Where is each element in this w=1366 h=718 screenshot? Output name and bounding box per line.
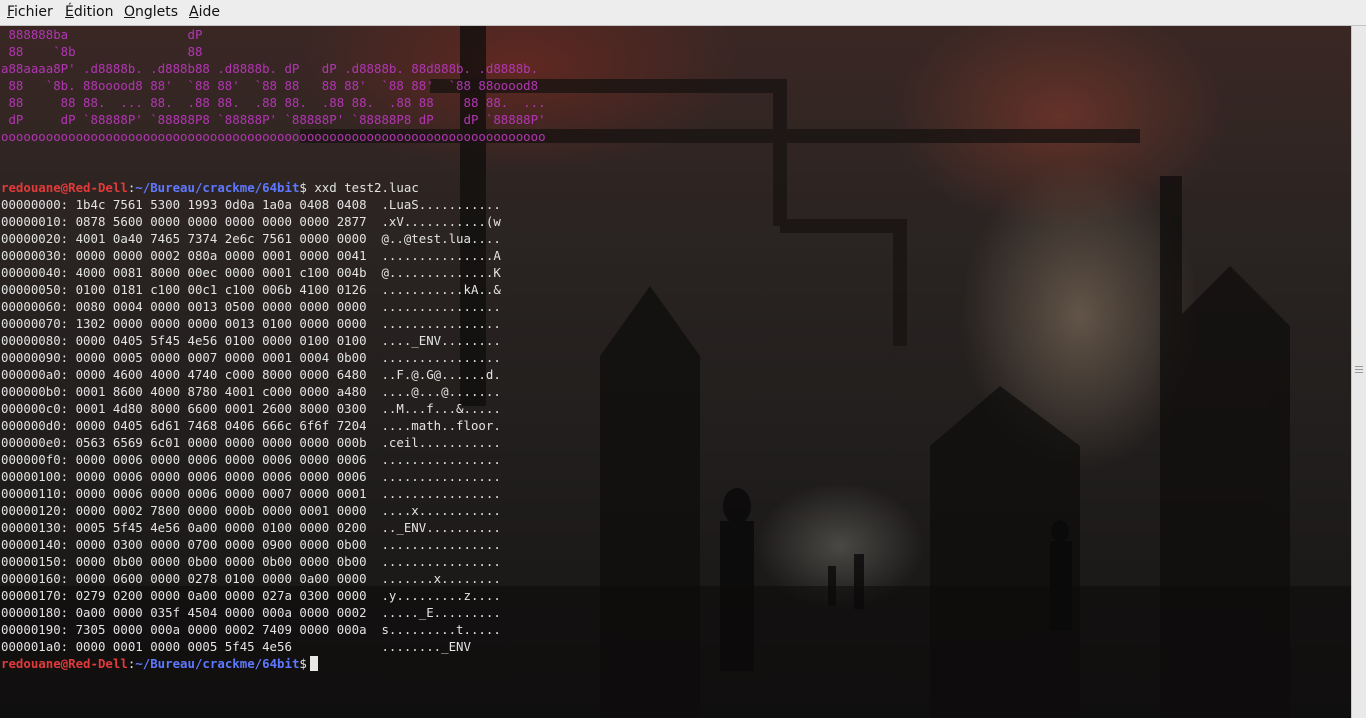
hex-line: 000001a0: 0000 0001 0000 0005 5f45 4e56 …	[1, 639, 471, 654]
ascii-banner: 888888ba dP 88 `8b 88 a88aaaa8P' .d8888b…	[1, 27, 546, 144]
hex-line: 000000a0: 0000 4600 4000 4740 c000 8000 …	[1, 367, 501, 382]
banner-line: dP dP `88888P' `88888P8 `88888P' `88888P…	[1, 112, 546, 127]
hex-line: 00000130: 0005 5f45 4e56 0a00 0000 0100 …	[1, 520, 501, 535]
hex-line: 00000040: 4000 0081 8000 00ec 0000 0001 …	[1, 265, 501, 280]
prompt-path: ~/Bureau/crackme/64bit	[135, 180, 300, 195]
hex-line: 00000160: 0000 0600 0000 0278 0100 0000 …	[1, 571, 501, 586]
hex-line: 00000050: 0100 0181 c100 00c1 c100 006b …	[1, 282, 501, 297]
menu-aide[interactable]: Aide	[189, 4, 220, 20]
menu-edition[interactable]: Édition	[65, 4, 113, 20]
banner-line: 88 `8b. 88ooood8 88' `88 88' `88 88 88 8…	[1, 78, 539, 93]
cursor-block-icon	[309, 656, 318, 671]
hex-line: 00000060: 0080 0004 0000 0013 0500 0000 …	[1, 299, 501, 314]
hex-line: 00000080: 0000 0405 5f45 4e56 0100 0000 …	[1, 333, 501, 348]
prompt-symbol: $	[299, 180, 307, 195]
hex-line: 00000020: 4001 0a40 7465 7374 2e6c 7561 …	[1, 231, 501, 246]
prompt-line: redouane@Red-Dell:~/Bureau/crackme/64bit…	[1, 180, 419, 195]
hex-line: 000000f0: 0000 0006 0000 0006 0000 0006 …	[1, 452, 501, 467]
hex-line: 00000190: 7305 0000 000a 0000 0002 7409 …	[1, 622, 501, 637]
banner-line: 88 88 88. ... 88. .88 88. .88 88. .88 88…	[1, 95, 546, 110]
command-text: xxd test2.luac	[306, 180, 419, 195]
banner-line: 88 `8b 88	[1, 44, 203, 59]
menu-onglets[interactable]: Onglets	[124, 4, 178, 20]
hex-line: 00000090: 0000 0005 0000 0007 0000 0001 …	[1, 350, 501, 365]
hex-line: 00000100: 0000 0006 0000 0006 0000 0006 …	[1, 469, 501, 484]
hex-line: 000000c0: 0001 4d80 8000 6600 0001 2600 …	[1, 401, 501, 416]
menu-fichier[interactable]: Fichier	[7, 4, 53, 20]
prompt-user-host: redouane@Red-Dell	[1, 180, 128, 195]
hex-line: 00000140: 0000 0300 0000 0700 0000 0900 …	[1, 537, 501, 552]
hex-line: 00000180: 0a00 0000 035f 4504 0000 000a …	[1, 605, 501, 620]
hex-line: 00000120: 0000 0002 7800 0000 000b 0000 …	[1, 503, 501, 518]
hex-line: 000000d0: 0000 0405 6d61 7468 0406 666c …	[1, 418, 501, 433]
hex-line: 00000000: 1b4c 7561 5300 1993 0d0a 1a0a …	[1, 197, 501, 212]
hex-line: 00000110: 0000 0006 0000 0006 0000 0007 …	[1, 486, 501, 501]
hex-line: 00000010: 0878 5600 0000 0000 0000 0000 …	[1, 214, 501, 229]
terminal-output: 888888ba dP 88 `8b 88 a88aaaa8P' .d8888b…	[1, 26, 546, 672]
prompt-user-host: redouane@Red-Dell	[1, 656, 128, 671]
prompt-path: ~/Bureau/crackme/64bit	[135, 656, 300, 671]
hex-line: 00000170: 0279 0200 0000 0a00 0000 027a …	[1, 588, 501, 603]
menu-bar: Fichier Édition Onglets Aide	[0, 0, 1366, 26]
hex-line: 00000070: 1302 0000 0000 0000 0013 0100 …	[1, 316, 501, 331]
vertical-scrollbar[interactable]	[1351, 26, 1366, 718]
prompt-symbol: $	[299, 656, 307, 671]
scrollbar-grip-icon[interactable]	[1355, 366, 1363, 376]
banner-line: a88aaaa8P' .d8888b. .d888b88 .d8888b. dP…	[1, 61, 539, 76]
terminal-view[interactable]: 888888ba dP 88 `8b 88 a88aaaa8P' .d8888b…	[0, 26, 1351, 718]
banner-line: oooooooooooooooooooooooooooooooooooooooo…	[1, 129, 546, 144]
hex-line: 000000b0: 0001 8600 4000 8780 4001 c000 …	[1, 384, 501, 399]
hex-line: 00000150: 0000 0b00 0000 0b00 0000 0b00 …	[1, 554, 501, 569]
prompt-line-current: redouane@Red-Dell:~/Bureau/crackme/64bit…	[1, 656, 318, 671]
hexdump-output: 00000000: 1b4c 7561 5300 1993 0d0a 1a0a …	[1, 197, 501, 654]
banner-line: 888888ba dP	[1, 27, 203, 42]
hex-line: 000000e0: 0563 6569 6c01 0000 0000 0000 …	[1, 435, 501, 450]
hex-line: 00000030: 0000 0000 0002 080a 0000 0001 …	[1, 248, 501, 263]
